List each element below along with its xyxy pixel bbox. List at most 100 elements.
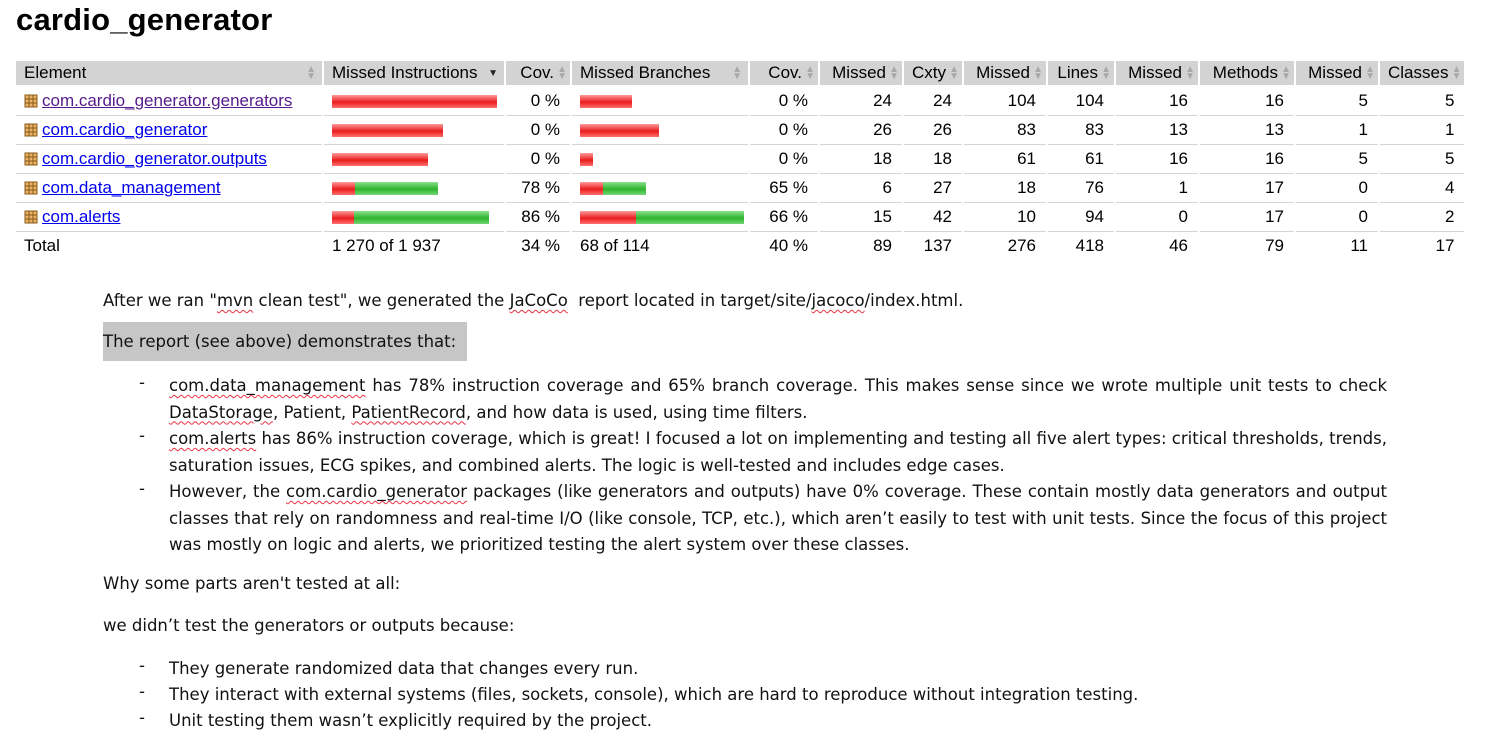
instr-cov-cell: 0 %	[505, 86, 572, 116]
total-missed-classes: 11	[1295, 231, 1380, 259]
branch-coverage-bar	[580, 210, 744, 224]
methods-cell: 13	[1199, 115, 1296, 145]
package-link[interactable]: com.cardio_generator.generators	[42, 91, 292, 111]
missed-methods-cell: 0	[1115, 202, 1200, 232]
missed-lines-cell: 10	[963, 202, 1048, 232]
element-cell: com.cardio_generator	[16, 115, 324, 145]
sort-icon: ▲ ▼	[1185, 64, 1195, 82]
sort-icon: ▲ ▼	[889, 64, 899, 82]
package-icon	[24, 181, 38, 195]
branch-bar-cell	[571, 115, 750, 145]
col-instr-cov[interactable]: Cov. ▲ ▼	[505, 61, 572, 87]
package-icon	[24, 94, 38, 108]
col-missed-branches[interactable]: Missed Branches ▲ ▼	[571, 61, 750, 87]
col-branch-cov[interactable]: Cov. ▲ ▼	[749, 61, 820, 87]
element-cell: com.alerts	[16, 202, 324, 232]
total-instructions: 1 270 of 1 937	[323, 231, 506, 259]
sort-icon: ▲ ▼	[557, 64, 567, 82]
branch-bar-cell	[571, 173, 750, 203]
sort-icon: ▲ ▼	[1281, 64, 1291, 82]
classes-cell: 5	[1379, 144, 1467, 174]
total-cxty: 137	[903, 231, 964, 259]
because-paragraph: we didn’t test the generators or outputs…	[103, 616, 515, 635]
lines-cell: 61	[1047, 144, 1116, 174]
col-cxty[interactable]: Cxty ▲ ▼	[903, 61, 964, 87]
package-link[interactable]: com.cardio_generator	[42, 120, 207, 140]
lines-cell: 104	[1047, 86, 1116, 116]
instr-bar-cell	[323, 202, 506, 232]
total-branches: 68 of 114	[571, 231, 750, 259]
instr-coverage-bar	[332, 123, 500, 137]
total-classes: 17	[1379, 231, 1467, 259]
col-missed-classes[interactable]: Missed ▲ ▼	[1295, 61, 1380, 87]
package-link[interactable]: com.alerts	[42, 207, 120, 227]
missed-classes-cell: 0	[1295, 202, 1380, 232]
col-missed-instructions[interactable]: Missed Instructions ▼	[323, 61, 506, 87]
missed-methods-cell: 13	[1115, 115, 1200, 145]
methods-cell: 17	[1199, 202, 1296, 232]
branch-cov-cell: 66 %	[749, 202, 820, 232]
lines-cell: 94	[1047, 202, 1116, 232]
coverage-table: Element ▲ ▼ Missed Instructions ▼ Cov. ▲ ▼ Mi…	[16, 61, 1467, 259]
missed-lines-cell: 18	[963, 173, 1048, 203]
cxty-cell: 18	[903, 144, 964, 174]
branch-bar-cell	[571, 144, 750, 174]
col-missed-cxty[interactable]: Missed ▲ ▼	[819, 61, 904, 87]
missed-classes-cell: 5	[1295, 144, 1380, 174]
col-missed-methods[interactable]: Missed ▲ ▼	[1115, 61, 1200, 87]
branch-cov-cell: 0 %	[749, 144, 820, 174]
instr-cov-cell: 0 %	[505, 115, 572, 145]
sort-desc-icon: ▼	[488, 68, 498, 79]
classes-cell: 2	[1379, 202, 1467, 232]
branch-coverage-bar	[580, 94, 744, 108]
total-missed-lines: 276	[963, 231, 1048, 259]
missed-classes-cell: 0	[1295, 173, 1380, 203]
table-row: com.alerts 86 % 66 % 15 42 10 94 0 17 0 2	[16, 202, 1467, 232]
cxty-cell: 24	[903, 86, 964, 116]
branch-cov-cell: 0 %	[749, 115, 820, 145]
branch-cov-cell: 0 %	[749, 86, 820, 116]
col-lines[interactable]: Lines ▲ ▼	[1047, 61, 1116, 87]
cxty-cell: 26	[903, 115, 964, 145]
package-icon	[24, 210, 38, 224]
package-link[interactable]: com.data_management	[42, 178, 221, 198]
sort-icon: ▲ ▼	[1033, 64, 1043, 82]
total-missed-cxty: 89	[819, 231, 904, 259]
missed-lines-cell: 83	[963, 115, 1048, 145]
col-element[interactable]: Element ▲ ▼	[16, 61, 324, 87]
total-missed-methods: 46	[1115, 231, 1200, 259]
total-lines: 418	[1047, 231, 1116, 259]
missed-cxty-cell: 6	[819, 173, 904, 203]
classes-cell: 5	[1379, 86, 1467, 116]
missed-cxty-cell: 15	[819, 202, 904, 232]
branch-bar-cell	[571, 202, 750, 232]
branch-cov-cell: 65 %	[749, 173, 820, 203]
col-missed-lines[interactable]: Missed ▲ ▼	[963, 61, 1048, 87]
sort-icon: ▲ ▼	[805, 64, 815, 82]
col-methods[interactable]: Methods ▲ ▼	[1199, 61, 1296, 87]
missed-methods-cell: 1	[1115, 173, 1200, 203]
classes-cell: 4	[1379, 173, 1467, 203]
branch-coverage-bar	[580, 123, 744, 137]
total-row: Total 1 270 of 1 937 34 % 68 of 114 40 %…	[16, 231, 1467, 259]
sort-icon: ▲ ▼	[1451, 64, 1462, 82]
total-instr-cov: 34 %	[505, 231, 572, 259]
instr-coverage-bar	[332, 181, 500, 195]
package-link[interactable]: com.cardio_generator.outputs	[42, 149, 267, 169]
element-cell: com.cardio_generator.outputs	[16, 144, 324, 174]
missed-classes-cell: 5	[1295, 86, 1380, 116]
sort-icon: ▲ ▼	[306, 64, 316, 82]
page-title: cardio_generator	[16, 2, 273, 37]
instr-cov-cell: 86 %	[505, 202, 572, 232]
methods-cell: 16	[1199, 144, 1296, 174]
missed-lines-cell: 61	[963, 144, 1048, 174]
lines-cell: 76	[1047, 173, 1116, 203]
missed-lines-cell: 104	[963, 86, 1048, 116]
table-row: com.cardio_generator 0 % 0 % 26 26 83 83 13 13 1 1	[16, 115, 1467, 145]
instr-coverage-bar	[332, 94, 500, 108]
col-classes[interactable]: Classes ▲ ▼	[1379, 61, 1467, 87]
sort-icon: ▲ ▼	[949, 64, 959, 82]
why-heading: Why some parts aren't tested at all:	[103, 574, 401, 593]
sort-icon: ▲ ▼	[1101, 64, 1111, 82]
missed-cxty-cell: 18	[819, 144, 904, 174]
